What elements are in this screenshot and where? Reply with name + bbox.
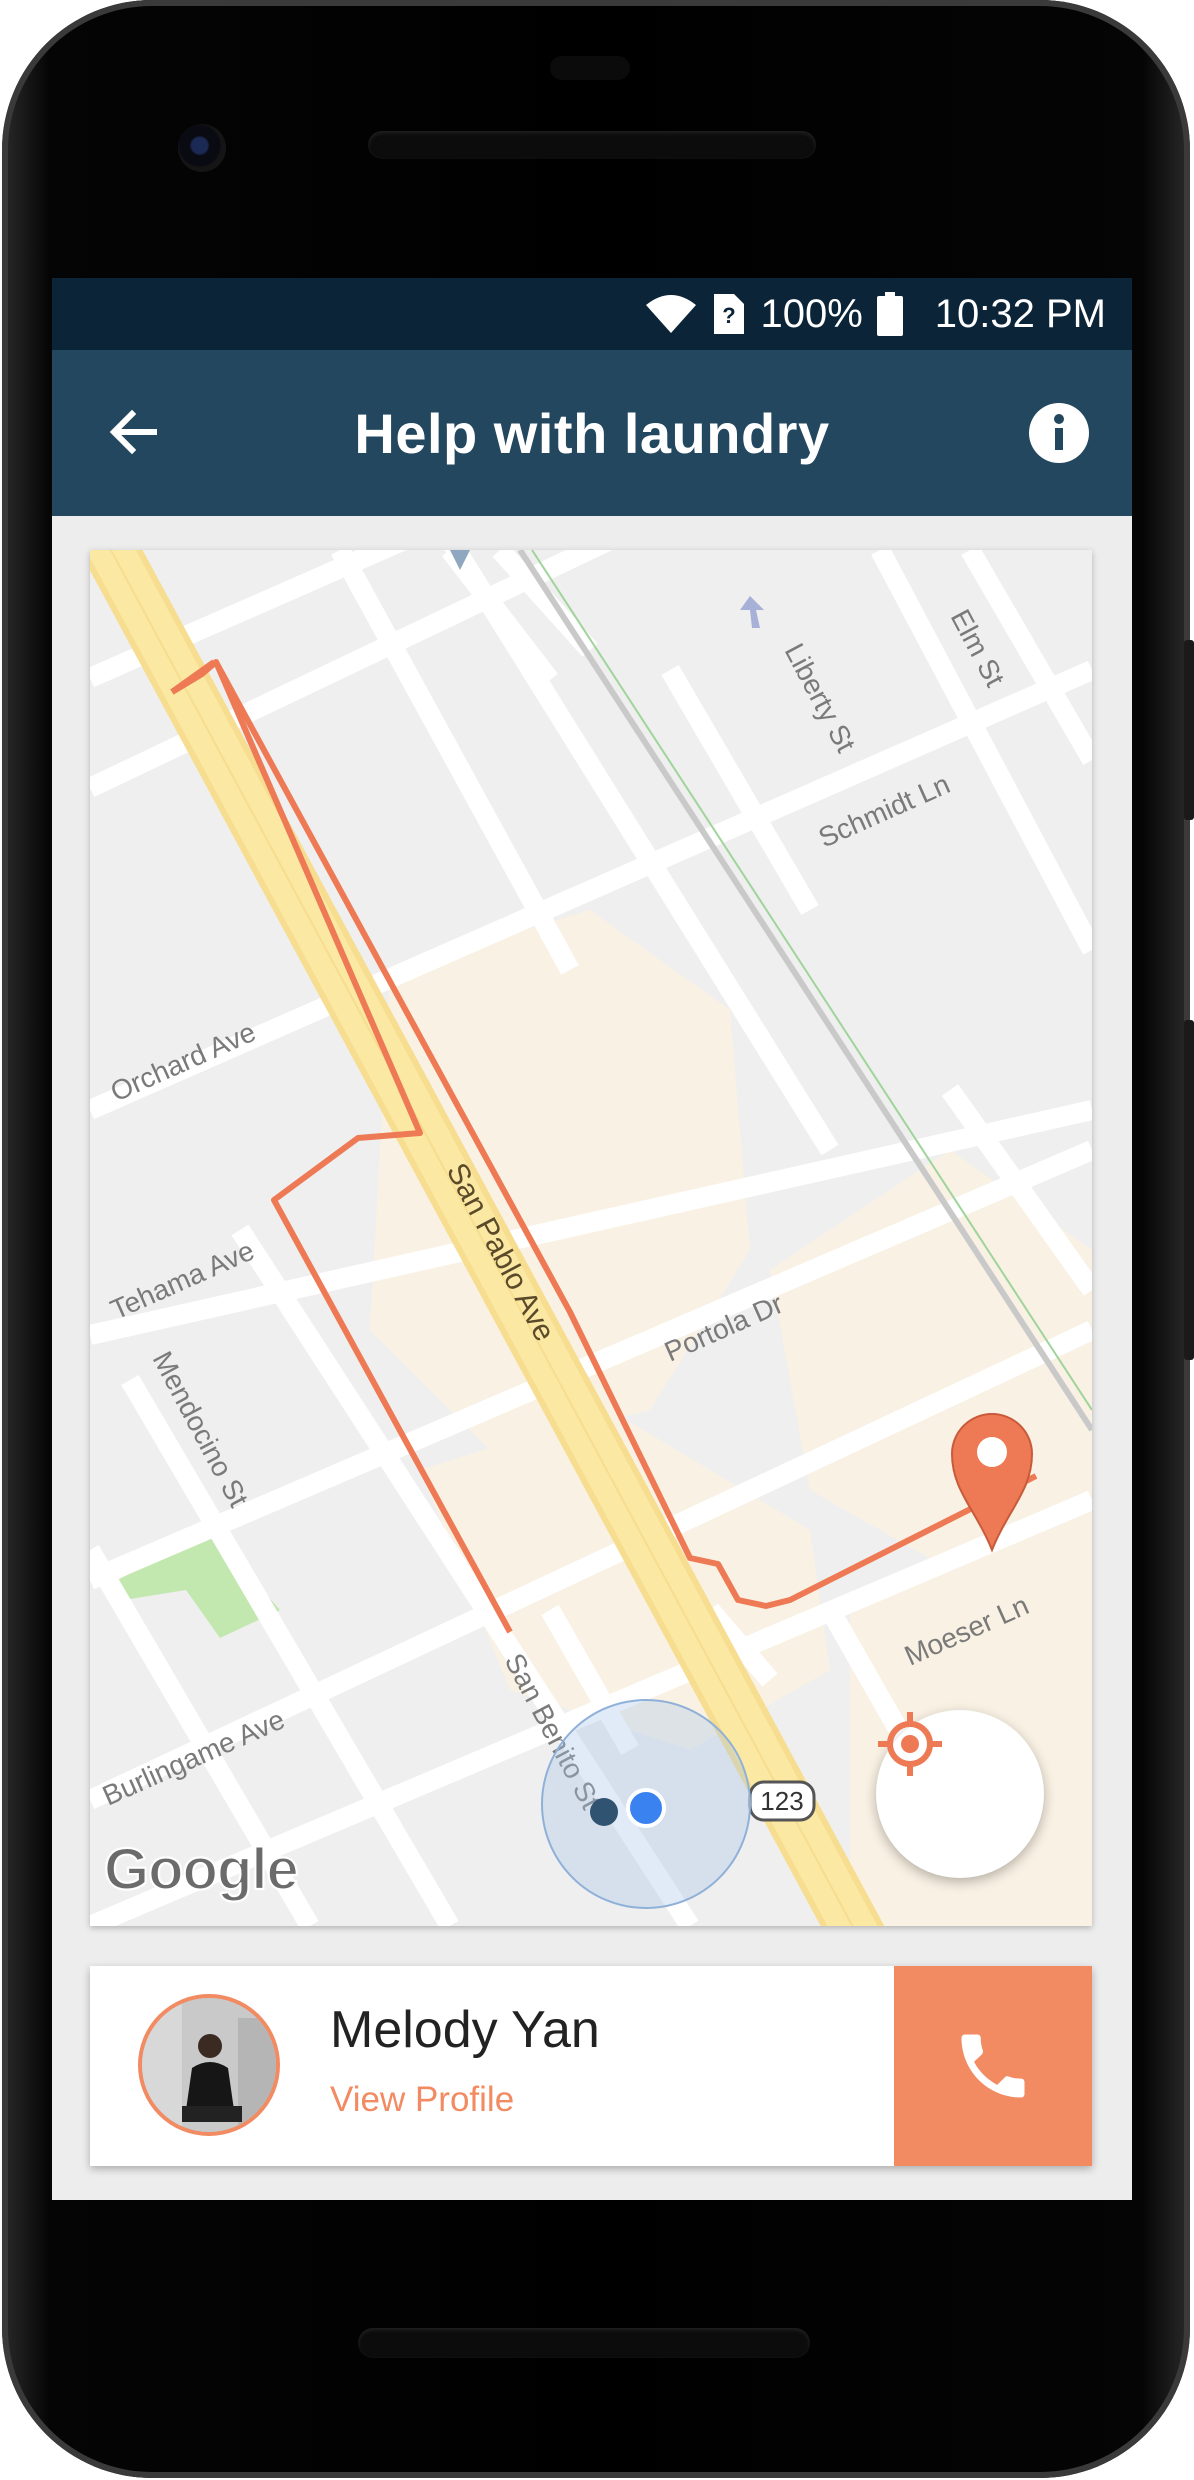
wifi-icon	[646, 295, 697, 333]
earpiece-speaker	[368, 131, 816, 159]
blue-dot-icon	[626, 1788, 666, 1828]
avatar[interactable]	[138, 1994, 280, 2136]
status-bar: ? 100% 10:32 PM	[52, 278, 1132, 350]
start-marker	[590, 1798, 618, 1826]
view-profile-link[interactable]: View Profile	[330, 2080, 514, 2120]
avatar-photo	[142, 1998, 276, 2132]
svg-text:123: 123	[760, 1786, 803, 1816]
sim-unknown-icon: ?	[714, 294, 745, 334]
phone-frame: ? 100% 10:32 PM Help with laundry San Pa…	[0, 0, 1194, 2480]
route-shield: 123	[748, 1780, 816, 1822]
svg-text:?: ?	[723, 303, 736, 328]
bottom-speaker	[358, 2328, 810, 2358]
power-button	[1184, 1020, 1194, 1360]
call-button[interactable]	[894, 1966, 1092, 2166]
phone-icon	[961, 2034, 1025, 2098]
info-icon[interactable]	[1028, 402, 1090, 464]
helper-profile-card: Melody Yan View Profile	[90, 1966, 1092, 2166]
google-logo: Google	[103, 1836, 300, 1903]
volume-button	[1184, 640, 1194, 820]
clock: 10:32 PM	[934, 291, 1106, 336]
my-location-icon	[878, 1712, 942, 1776]
proximity-sensor	[550, 56, 630, 80]
app-bar: Help with laundry	[52, 350, 1132, 516]
battery-percent: 100%	[760, 291, 863, 336]
screen: ? 100% 10:32 PM Help with laundry San Pa…	[52, 278, 1132, 2200]
map-view[interactable]: San Pablo Ave Orchard Ave Tehama Ave Men…	[90, 550, 1092, 1926]
front-camera-icon	[178, 124, 226, 172]
battery-icon	[876, 292, 903, 336]
my-location-button[interactable]	[876, 1710, 1044, 1878]
helper-name: Melody Yan	[330, 2001, 600, 2059]
page-title: Help with laundry	[354, 401, 830, 465]
